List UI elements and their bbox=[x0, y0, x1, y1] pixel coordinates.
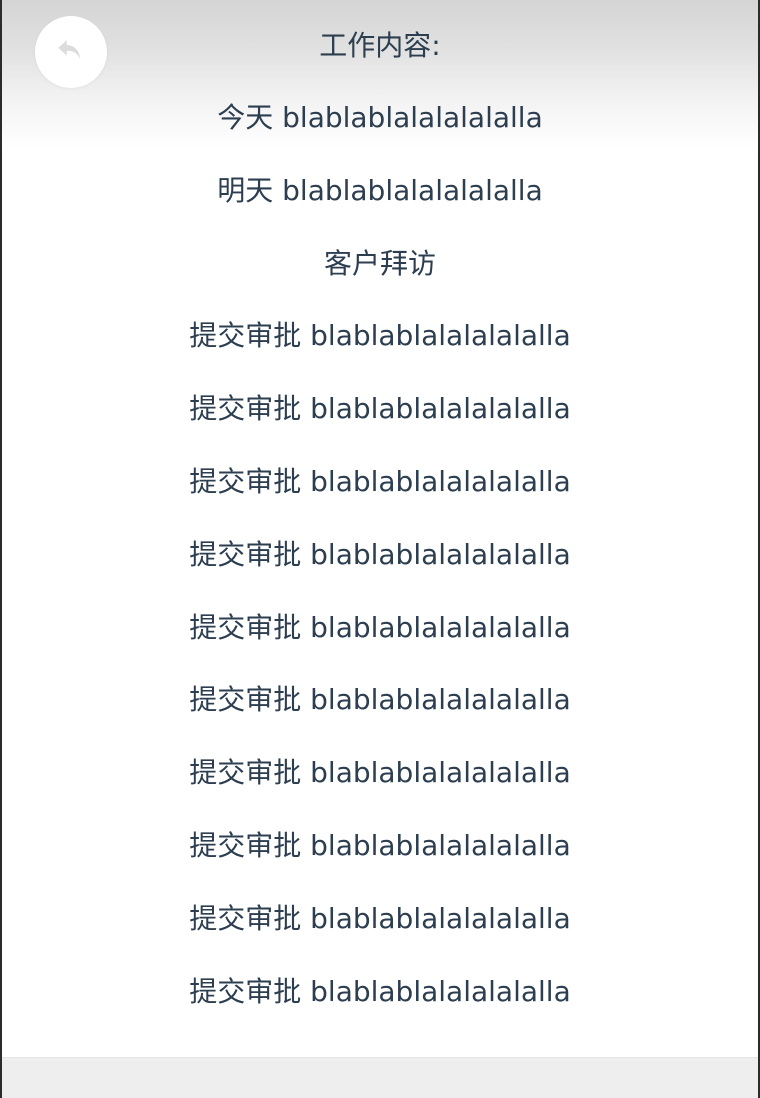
work-content: 工作内容: 今天 blablablalalalalalla 明天 blablab… bbox=[2, 24, 758, 1042]
content-line: 提交审批 blablablalalalalalla bbox=[189, 392, 571, 426]
content-line: 今天 blablablalalalalalla bbox=[217, 101, 543, 134]
app-frame: 工作内容: 今天 blablablalalalalalla 明天 blablab… bbox=[0, 0, 760, 1098]
content-line: 提交审批 blablablalalalalalla bbox=[189, 756, 571, 790]
content-line: 提交审批 blablablalalalalalla bbox=[189, 464, 571, 498]
content-line: 提交审批 blablablalalalalalla bbox=[189, 828, 571, 862]
back-button[interactable] bbox=[35, 16, 107, 88]
content-line: 明天 blablablalalalalalla bbox=[217, 173, 543, 207]
content-line: 提交审批 blablablalalalalalla bbox=[189, 683, 571, 717]
content-line: 提交审批 blablablalalalalalla bbox=[189, 319, 571, 353]
content-title: 工作内容: bbox=[319, 29, 441, 62]
content-line: 提交审批 blablablalalalalalla bbox=[189, 537, 571, 571]
bottom-bar bbox=[2, 1057, 758, 1098]
undo-arrow-icon bbox=[54, 33, 88, 71]
content-line: 提交审批 blablablalalalalalla bbox=[189, 974, 571, 1008]
content-line: 提交审批 blablablalalalalalla bbox=[189, 610, 571, 644]
content-line: 提交审批 blablablalalalalalla bbox=[189, 901, 571, 935]
content-line: 客户拜访 bbox=[323, 246, 436, 280]
